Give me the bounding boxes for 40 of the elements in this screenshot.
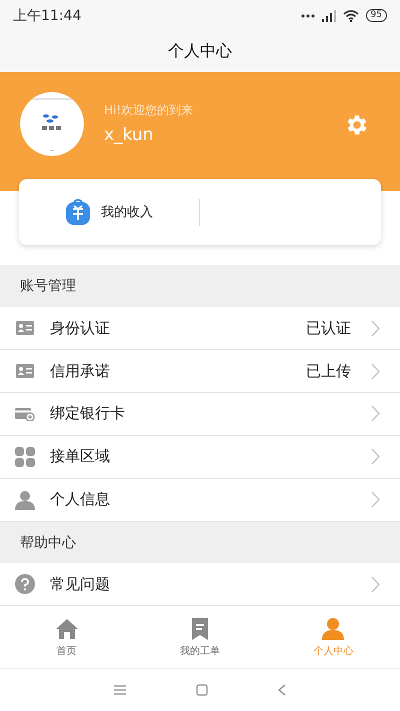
item-label: 绑定银行卡 <box>50 404 126 424</box>
greeting-text: Hi!欢迎您的到来 <box>104 102 194 119</box>
menu-icon <box>114 685 126 696</box>
chevron-right-icon <box>371 320 380 337</box>
chevron-right-icon <box>371 576 380 593</box>
item-label: 个人信息 <box>50 490 111 510</box>
more-dots-icon <box>300 14 315 18</box>
income-button[interactable]: 我的收入 <box>19 179 199 246</box>
item-label: 常见问题 <box>50 574 111 594</box>
tab[interactable]: 我的工单 <box>133 606 267 668</box>
status-time: 上午11:44 <box>13 6 82 25</box>
chevron-right-icon <box>371 491 380 508</box>
section-title: 账号管理 <box>20 277 76 296</box>
signal-icon <box>322 10 336 22</box>
square-icon <box>196 684 208 696</box>
bank-card-icon <box>15 406 35 421</box>
menu-item[interactable]: 个人信息 <box>0 478 400 522</box>
home-icon <box>54 616 79 641</box>
item-label: 接单区域 <box>50 447 111 466</box>
help-icon <box>15 574 35 594</box>
id-card-icon <box>16 364 34 378</box>
item-label: 信用承诺 <box>50 362 111 381</box>
chevron-right-icon <box>371 362 380 380</box>
person-icon <box>321 616 346 641</box>
back-icon <box>278 684 286 696</box>
item-status: 已上传 <box>306 362 351 381</box>
wifi-icon <box>342 10 359 22</box>
id-card-icon <box>16 321 34 336</box>
chevron-right-icon <box>371 448 380 466</box>
grid-icon <box>15 446 35 467</box>
item-label: 身份认证 <box>50 318 111 338</box>
item-status: 已认证 <box>306 318 351 338</box>
money-bag-icon <box>65 198 91 226</box>
section-title: 帮助中心 <box>20 534 76 552</box>
page-title: 个人中心 <box>168 41 232 62</box>
chevron-right-icon <box>371 405 380 422</box>
person-icon <box>15 490 35 510</box>
username: x_kun <box>104 124 154 145</box>
battery-level: 95 <box>366 9 387 22</box>
tab[interactable]: 首页 <box>0 606 134 668</box>
